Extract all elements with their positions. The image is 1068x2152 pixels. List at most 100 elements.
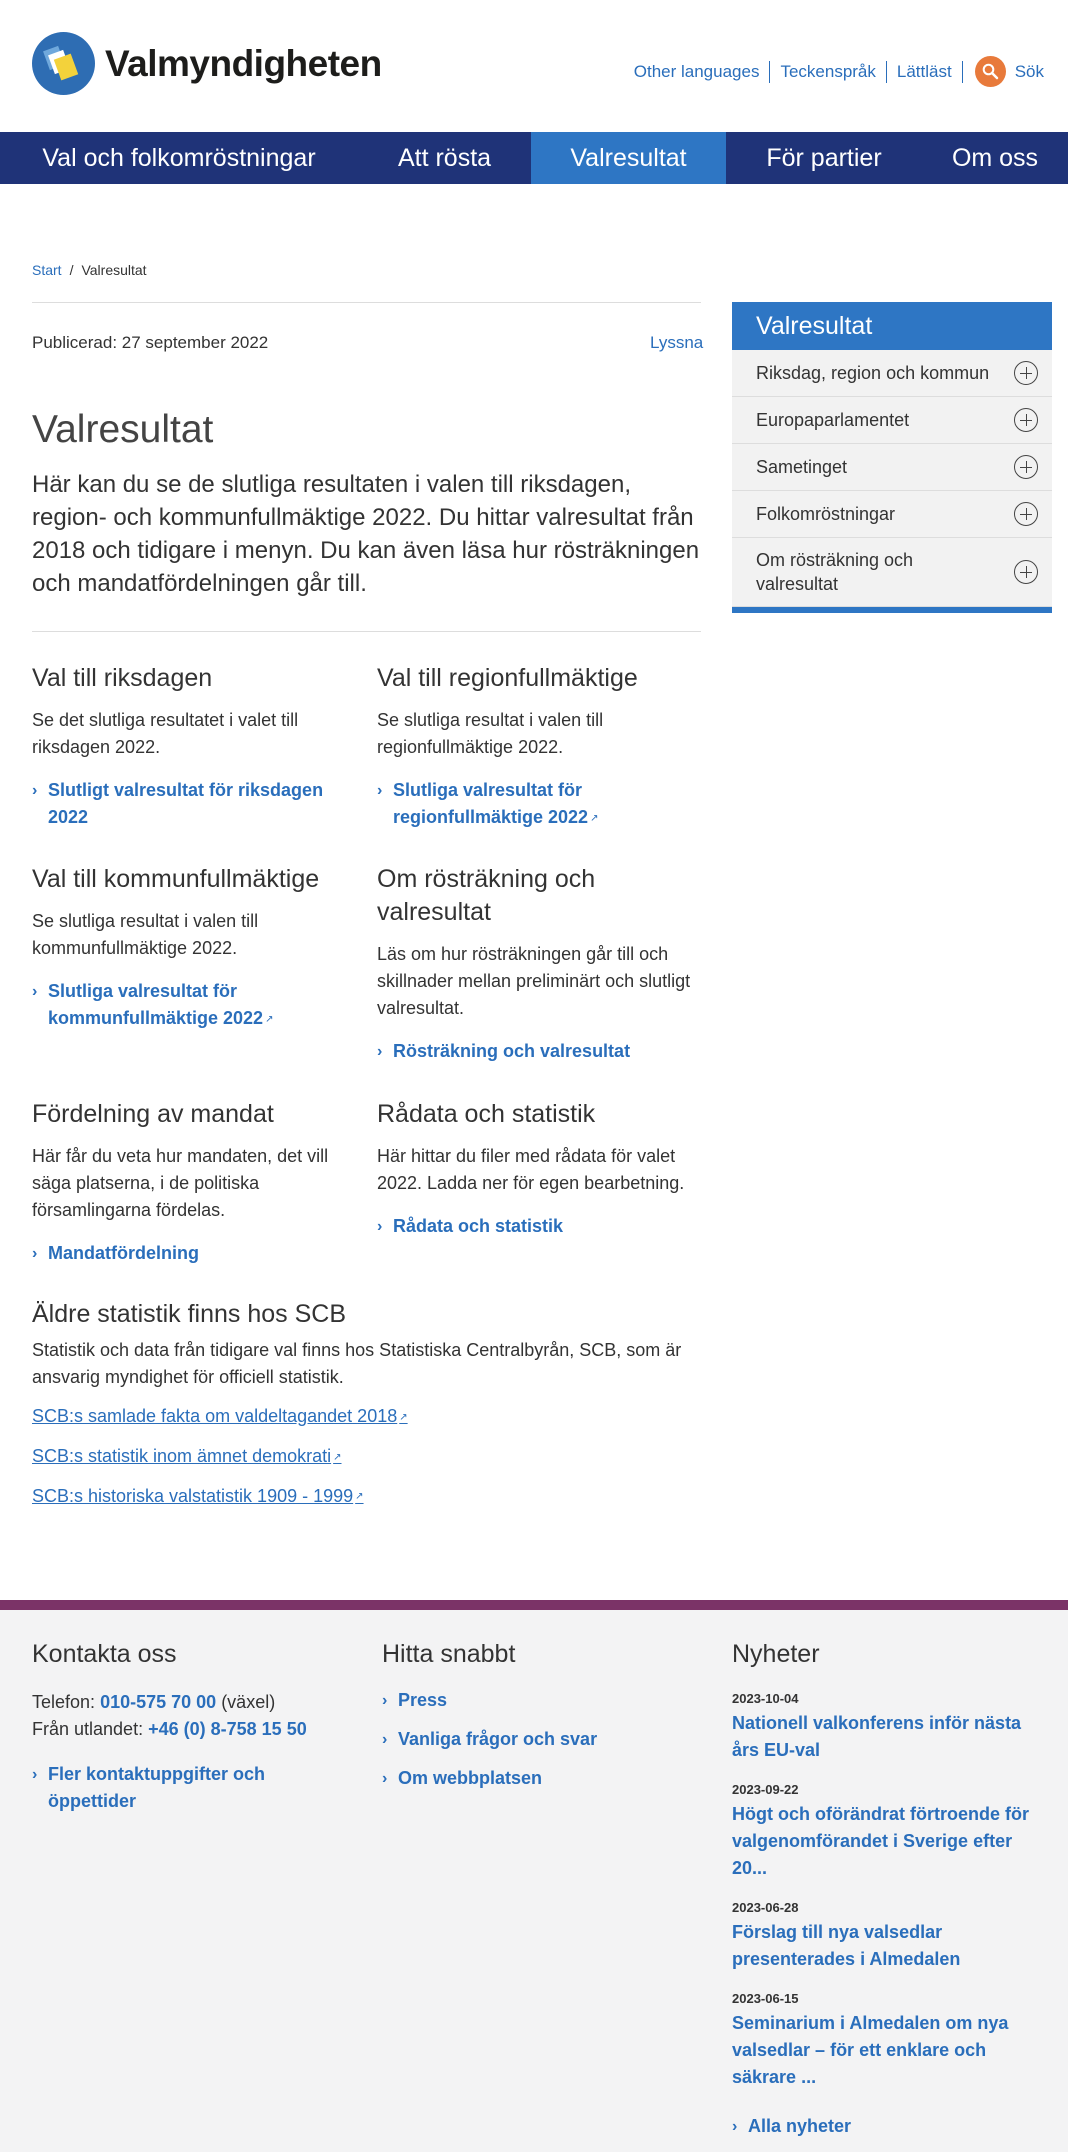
about-site-link[interactable]: › Om webbplatsen <box>382 1765 682 1792</box>
news-date: 2023-09-22 <box>732 1782 799 1797</box>
nav-parties[interactable]: För partier <box>726 132 922 184</box>
sidebar-item-rostrakning[interactable]: Om rösträkning och valresultat <box>732 538 1052 607</box>
sidebar-menu: Valresultat Riksdag, region och kommun E… <box>732 302 1052 613</box>
search-button[interactable]: Sök <box>974 56 1044 87</box>
utility-links: Other languages Teckenspråk Lättläst Sök <box>624 56 1044 87</box>
published-date: Publicerad: 27 september 2022 <box>32 333 269 352</box>
abroad-line: Från utlandet: +46 (0) 8-758 15 50 <box>32 1716 332 1743</box>
footer-heading: Hitta snabbt <box>382 1640 516 1668</box>
press-link[interactable]: › Press <box>382 1687 682 1714</box>
chevron-right-icon: › <box>32 1245 38 1262</box>
expand-plus-icon[interactable] <box>1014 361 1038 385</box>
footer-quick-links: Hitta snabbt › Press › Vanliga frågor och … <box>382 1640 682 1792</box>
link-label: Slutliga valresultat för regionfullmäkti… <box>393 780 589 827</box>
all-news-link[interactable]: › Alla nyheter <box>732 2113 1052 2140</box>
breadcrumb: Start / Valresultat <box>32 262 147 278</box>
main-navigation: Val och folkomröstningar Att rösta Valre… <box>0 132 1068 184</box>
sidebar-item-folkomrostningar[interactable]: Folkomröstningar <box>732 491 1052 538</box>
card-region: Val till regionfullmäktige Se slutliga r… <box>377 662 697 832</box>
chevron-right-icon: › <box>32 1766 38 1783</box>
chevron-right-icon: › <box>382 1731 388 1748</box>
counting-link[interactable]: › Rösträkning och valresultat <box>377 1038 697 1065</box>
nav-elections[interactable]: Val och folkomröstningar <box>0 132 358 184</box>
sidebar-item-label: Om rösträkning och valresultat <box>756 550 914 594</box>
card-heading: Val till kommunfullmäktige <box>32 865 320 893</box>
mandates-link[interactable]: › Mandatfördelning <box>32 1240 352 1267</box>
scb-text: Statistik och data från tidigare val fin… <box>32 1340 682 1387</box>
expand-plus-icon[interactable] <box>1014 502 1038 526</box>
news-item-link[interactable]: Högt och oförändrat förtroende för valge… <box>732 1801 1052 1882</box>
link-label: Fler kontaktuppgifter och öppettider <box>48 1764 266 1811</box>
link-label: Press <box>398 1690 448 1710</box>
nav-results[interactable]: Valresultat <box>531 132 726 184</box>
link-label: Rösträkning och valresultat <box>393 1041 631 1061</box>
scb-link-turnout[interactable]: SCB:s samlade fakta om valdeltagandet 20… <box>32 1403 712 1431</box>
scb-link-democracy[interactable]: SCB:s statistik inom ämnet demokrati ↗ <box>32 1443 712 1471</box>
card-counting: Om rösträkning och valresultat Läs om hu… <box>377 863 697 1065</box>
search-icon <box>974 56 1006 87</box>
riksdag-result-link[interactable]: › Slutligt valresultat för riksdagen 2022 <box>32 777 352 831</box>
news-item-link[interactable]: Förslag till nya valsedlar presenterades… <box>732 1919 1052 1973</box>
faq-link[interactable]: › Vanliga frågor och svar <box>382 1726 682 1753</box>
rawdata-link[interactable]: › Rådata och statistik <box>377 1213 697 1240</box>
kommun-result-link[interactable]: › Slutliga valresultat för kommunfullmäkt… <box>32 978 352 1033</box>
link-label: SCB:s statistik inom ämnet demokrati <box>32 1445 332 1466</box>
phone-line: Telefon: 010-575 70 00 (växel) <box>32 1689 332 1716</box>
logo[interactable]: Valmyndigheten <box>32 32 382 95</box>
other-languages-link[interactable]: Other languages <box>624 60 771 83</box>
sidebar-item-sametinget[interactable]: Sametinget <box>732 444 1052 491</box>
card-text: Se slutliga resultat i valen till kommun… <box>32 911 259 958</box>
card-text: Se slutliga resultat i valen till region… <box>377 710 604 757</box>
site-header: Valmyndigheten Other languages Teckenspr… <box>0 0 1068 132</box>
phone-label: Telefon: <box>32 1692 96 1712</box>
news-date: 2023-06-15 <box>732 1991 799 2006</box>
link-label: Om webbplatsen <box>398 1768 543 1788</box>
news-item-link[interactable]: Nationell valkonferens inför nästa års E… <box>732 1710 1052 1764</box>
breadcrumb-current: Valresultat <box>81 262 147 278</box>
sidebar-bottom-bar <box>732 607 1052 613</box>
more-contact-link[interactable]: › Fler kontaktuppgifter och öppettider <box>32 1761 292 1815</box>
news-item-link[interactable]: Seminarium i Almedalen om nya valsedlar … <box>732 2010 1052 2091</box>
sidebar-item-riksdag[interactable]: Riksdag, region och kommun <box>732 350 1052 397</box>
link-label: Slutliga valresultat för kommunfullmäkti… <box>48 981 264 1028</box>
abroad-phone-link[interactable]: +46 (0) 8-758 15 50 <box>148 1719 307 1739</box>
news-date: 2023-10-04 <box>732 1691 799 1706</box>
card-text: Läs om hur rösträkningen går till och sk… <box>377 944 691 1018</box>
link-label: Rådata och statistik <box>393 1216 564 1236</box>
region-result-link[interactable]: › Slutliga valresultat för regionfullmäkt… <box>377 777 697 832</box>
logo-text: Valmyndigheten <box>105 42 382 84</box>
sign-language-link[interactable]: Teckenspråk <box>770 60 887 83</box>
sidebar-item-europaparlamentet[interactable]: Europaparlamentet <box>732 397 1052 444</box>
divider <box>32 302 701 303</box>
breadcrumb-home[interactable]: Start <box>32 262 62 278</box>
card-riksdag: Val till riksdagen Se det slutliga resul… <box>32 662 352 831</box>
sidebar-title[interactable]: Valresultat <box>732 302 1052 350</box>
footer-contact: Kontakta oss Telefon: 010-575 70 00 (väx… <box>32 1640 332 1815</box>
search-label: Sök <box>1014 61 1044 81</box>
sidebar-item-label: Sametinget <box>756 457 848 477</box>
expand-plus-icon[interactable] <box>1014 408 1038 432</box>
expand-plus-icon[interactable] <box>1014 455 1038 479</box>
news-date: 2023-06-28 <box>732 1900 799 1915</box>
link-label: SCB:s historiska valstatistik 1909 - 199… <box>32 1485 354 1506</box>
card-heading: Val till regionfullmäktige <box>377 664 638 692</box>
expand-plus-icon[interactable] <box>1014 560 1038 584</box>
external-link-icon: ↗ <box>355 1491 364 1503</box>
site-footer: Kontakta oss Telefon: 010-575 70 00 (väx… <box>0 1600 1068 2152</box>
nav-about[interactable]: Om oss <box>922 132 1068 184</box>
footer-heading: Nyheter <box>732 1640 820 1668</box>
external-link-icon: ↗ <box>399 1411 408 1423</box>
easy-read-link[interactable]: Lättläst <box>887 60 963 83</box>
card-text: Här hittar du filer med rådata för valet… <box>377 1146 685 1193</box>
chevron-right-icon: › <box>32 983 38 1000</box>
page-title: Valresultat <box>32 408 214 451</box>
phone-link[interactable]: 010-575 70 00 <box>100 1692 216 1712</box>
card-heading: Om rösträkning och valresultat <box>377 865 596 926</box>
scb-link-historical[interactable]: SCB:s historiska valstatistik 1909 - 199… <box>32 1483 712 1511</box>
listen-link[interactable]: Lyssna <box>650 333 703 353</box>
link-label: Slutligt valresultat för riksdagen 2022 <box>48 780 324 827</box>
nav-voting[interactable]: Att rösta <box>358 132 531 184</box>
card-heading: Val till riksdagen <box>32 664 213 692</box>
card-heading: Rådata och statistik <box>377 1100 596 1128</box>
card-text: Se det slutliga resultatet i valet till … <box>32 710 299 757</box>
